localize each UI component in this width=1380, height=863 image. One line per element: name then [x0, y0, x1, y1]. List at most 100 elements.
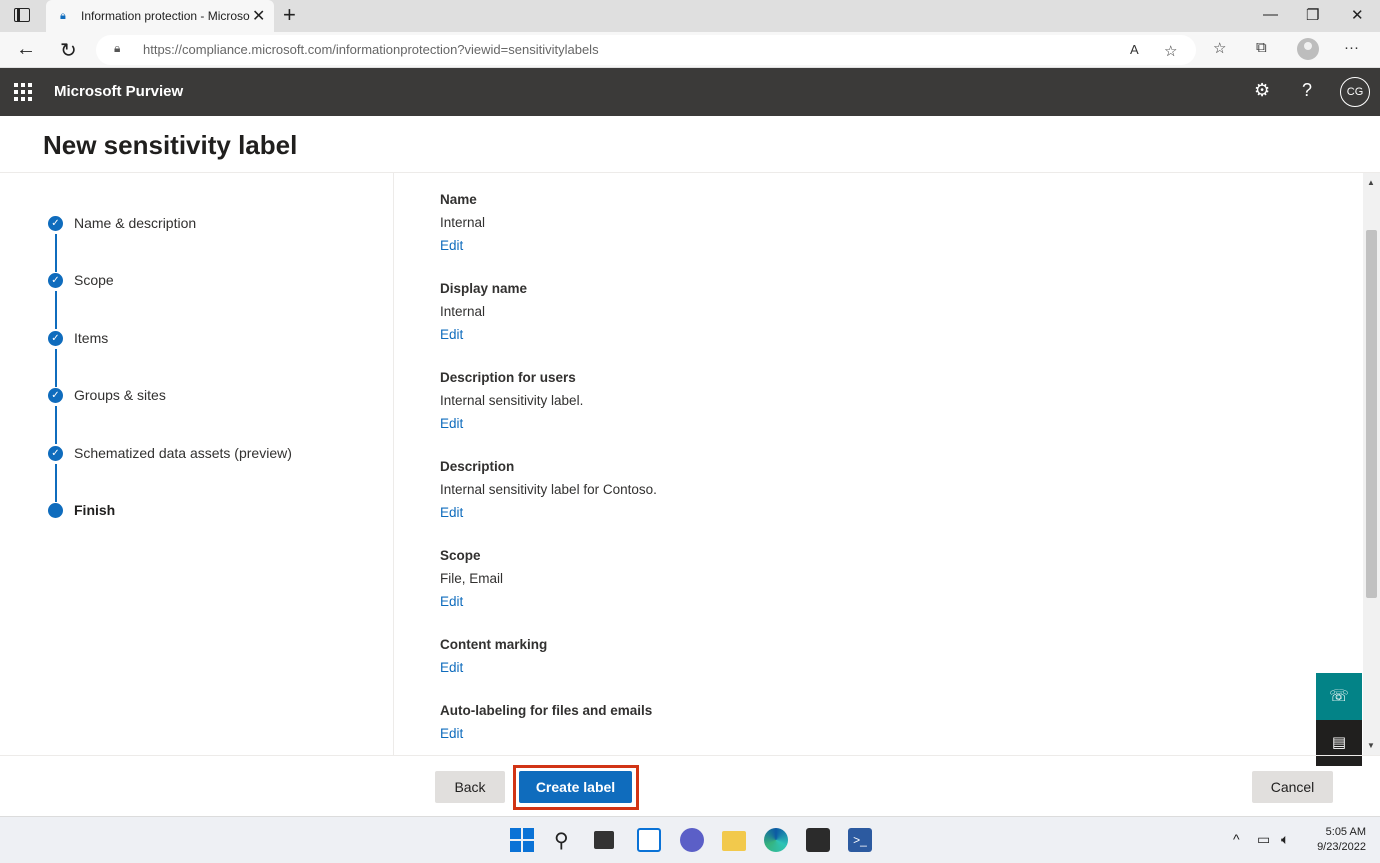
search-icon[interactable]: ⚲: [554, 828, 578, 852]
section-heading: Display name: [440, 281, 528, 296]
widgets-icon[interactable]: [637, 828, 661, 852]
section-value: Internal sensitivity label.: [440, 393, 584, 408]
help-icon[interactable]: ?: [1302, 80, 1312, 101]
back-button[interactable]: Back: [435, 771, 505, 803]
step-connector: [55, 349, 57, 387]
scroll-up-icon[interactable]: ▲: [1367, 178, 1375, 187]
profile-icon[interactable]: [1297, 38, 1319, 60]
check-icon: ✓: [48, 388, 63, 403]
check-icon: ✓: [48, 216, 63, 231]
store-icon[interactable]: [806, 828, 830, 852]
address-toolbar: ← ↻ 🔒︎ https://compliance.microsoft.com/…: [0, 32, 1380, 68]
add-favorite-icon[interactable]: ☆: [1164, 42, 1177, 60]
section-heading: Scope: [440, 548, 481, 563]
scroll-down-icon[interactable]: ▼: [1367, 741, 1375, 750]
step-label: Schematized data assets (preview): [74, 445, 292, 461]
lock-icon: 🔒︎: [114, 41, 121, 55]
summary-section-description: Description Internal sensitivity label f…: [440, 458, 657, 527]
scrollbar-thumb[interactable]: [1366, 230, 1377, 598]
edit-link[interactable]: Edit: [440, 415, 583, 438]
cancel-button[interactable]: Cancel: [1252, 771, 1333, 803]
taskbar: ⚲ >_ ^ ▭ 🔈︎ 5:05 AM 9/23/2022: [0, 816, 1380, 863]
browser-tab[interactable]: 🔒︎ Information protection - Microso ✕: [46, 0, 274, 32]
chat-icon[interactable]: [680, 828, 704, 852]
section-value: Internal: [440, 215, 486, 230]
check-icon: ✓: [48, 446, 63, 461]
summary-section-description-for-users: Description for users Internal sensitivi…: [440, 369, 583, 438]
section-heading: Content marking: [440, 637, 548, 652]
restore-icon[interactable]: ❐: [1306, 6, 1319, 24]
summary-section-display-name: Display name Internal Edit: [440, 280, 527, 349]
create-label-button[interactable]: Create label: [519, 771, 632, 803]
step-connector: [55, 234, 57, 272]
read-aloud-icon[interactable]: A: [1130, 42, 1139, 57]
edit-link[interactable]: Edit: [440, 659, 547, 682]
chevron-up-icon[interactable]: ^: [1233, 831, 1240, 847]
tab-actions-icon[interactable]: [14, 8, 30, 22]
step-label: Finish: [74, 502, 116, 518]
volume-icon[interactable]: 🔈︎: [1281, 831, 1289, 848]
summary-section-auto-labeling: Auto-labeling for files and emails Edit: [440, 702, 652, 748]
collections-icon[interactable]: ⧉: [1256, 39, 1267, 56]
footer-divider: [0, 755, 1380, 756]
step-label: Name & description: [74, 215, 197, 231]
panel-divider: [393, 173, 394, 755]
step-label: Items: [74, 330, 109, 346]
step-label: Groups & sites: [74, 387, 166, 403]
page-title: New sensitivity label: [43, 130, 298, 160]
clock-date: 9/23/2022: [1317, 841, 1366, 853]
system-clock[interactable]: 5:05 AM 9/23/2022: [1306, 825, 1366, 855]
summary-section-content-marking: Content marking Edit: [440, 636, 547, 682]
url-path: /informationprotection?viewid=sensitivit…: [332, 42, 599, 57]
favorites-icon[interactable]: ☆: [1213, 39, 1226, 57]
url-domain: https://compliance.microsoft.com: [143, 42, 333, 57]
close-icon[interactable]: ✕: [252, 6, 265, 26]
step-connector: [55, 406, 57, 444]
refresh-icon[interactable]: ↻: [60, 38, 77, 63]
feedback-icon[interactable]: ▤: [1316, 720, 1362, 766]
powershell-icon[interactable]: >_: [848, 828, 872, 852]
more-options-icon[interactable]: ···: [1344, 39, 1359, 56]
avatar[interactable]: CG: [1340, 77, 1370, 107]
file-explorer-icon[interactable]: [722, 831, 746, 851]
start-icon[interactable]: [510, 828, 534, 852]
review-summary: Name Internal Edit Display name Internal…: [440, 173, 1320, 755]
edit-link[interactable]: Edit: [440, 504, 657, 527]
address-bar[interactable]: 🔒︎ https://compliance.microsoft.com/info…: [96, 35, 1196, 65]
help-chat-icon[interactable]: ☏: [1316, 673, 1362, 720]
back-arrow-icon[interactable]: ←: [16, 38, 36, 61]
check-icon: ✓: [48, 331, 63, 346]
step-label: Scope: [74, 272, 114, 288]
clock-time: 5:05 AM: [1325, 826, 1366, 838]
summary-section-name: Name Internal Edit: [440, 191, 485, 260]
edit-link[interactable]: Edit: [440, 237, 485, 260]
new-tab-icon[interactable]: +: [283, 2, 296, 28]
lock-icon: 🔒︎: [60, 10, 66, 22]
section-heading: Name: [440, 192, 477, 207]
section-heading: Description for users: [440, 370, 576, 385]
edge-icon[interactable]: [764, 828, 788, 852]
summary-section-scope: Scope File, Email Edit: [440, 547, 503, 616]
app-header: Microsoft Purview ⚙ ? CG: [0, 68, 1380, 116]
current-step-dot: [48, 503, 63, 518]
app-launcher-icon[interactable]: [14, 83, 32, 101]
scrollbar[interactable]: ▲ ▼: [1363, 173, 1380, 755]
section-heading: Description: [440, 459, 515, 474]
url-text: https://compliance.microsoft.com/informa…: [143, 42, 599, 57]
edit-link[interactable]: Edit: [440, 593, 503, 616]
task-view-icon[interactable]: [594, 831, 614, 849]
app-title[interactable]: Microsoft Purview: [54, 83, 183, 100]
browser-tab-bar: 🔒︎ Information protection - Microso ✕ + …: [0, 0, 1380, 32]
gear-icon[interactable]: ⚙: [1254, 80, 1270, 101]
network-icon[interactable]: ▭: [1257, 831, 1270, 848]
section-value: File, Email: [440, 571, 504, 586]
step-connector: [55, 291, 57, 329]
edit-link[interactable]: Edit: [440, 725, 652, 748]
section-value: Internal: [440, 304, 486, 319]
close-window-icon[interactable]: ✕: [1351, 6, 1364, 24]
edit-link[interactable]: Edit: [440, 326, 527, 349]
check-icon: ✓: [48, 273, 63, 288]
tab-title: Information protection - Microso: [81, 9, 250, 23]
minimize-icon[interactable]: —: [1263, 6, 1278, 23]
step-connector: [55, 464, 57, 502]
